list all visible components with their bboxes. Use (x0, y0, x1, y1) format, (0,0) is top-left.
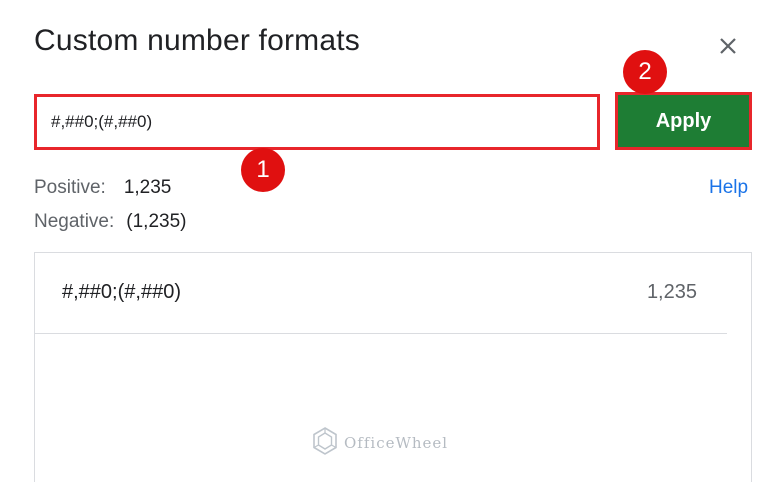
positive-label: Positive: (34, 177, 106, 198)
annotation-badge-1: 1 (241, 148, 285, 192)
negative-value: (1,235) (126, 211, 187, 232)
dialog-title: Custom number formats (34, 24, 360, 57)
list-item[interactable]: #,##0;(#,##0) 1,235 (35, 253, 727, 334)
annotation-badge-2: 2 (623, 50, 667, 94)
apply-button-label: Apply (621, 98, 746, 144)
watermark-text: OfficeWheel (344, 434, 449, 452)
positive-value: 1,235 (123, 177, 172, 198)
format-input[interactable] (34, 94, 600, 150)
officewheel-logo-icon (310, 426, 340, 461)
negative-label: Negative: (34, 211, 115, 232)
close-icon (712, 30, 744, 62)
positive-preview: Positive: 1,235 (34, 177, 171, 199)
format-sample: 1,235 (646, 281, 697, 303)
apply-button[interactable]: Apply (615, 92, 752, 150)
format-code: #,##0;(#,##0) (62, 281, 181, 303)
help-link[interactable]: Help (709, 177, 748, 199)
close-button[interactable] (712, 30, 744, 62)
watermark: OfficeWheel (310, 425, 448, 461)
custom-number-formats-dialog: Custom number formats Apply 2 1 Positive… (0, 0, 767, 482)
negative-preview: Negative: (1,235) (34, 211, 186, 233)
